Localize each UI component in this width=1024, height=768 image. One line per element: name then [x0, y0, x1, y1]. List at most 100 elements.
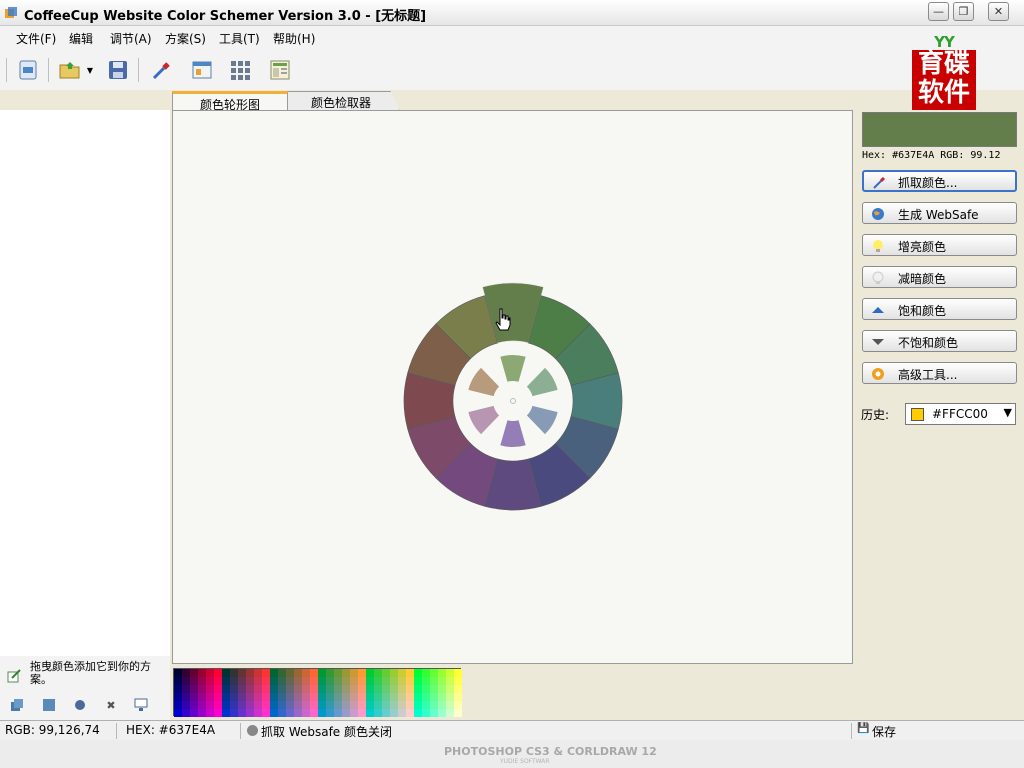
palette-swatch[interactable] [214, 693, 222, 701]
palette-swatch[interactable] [302, 701, 310, 709]
palette-swatch[interactable] [238, 693, 246, 701]
close-button[interactable]: ✕ [988, 2, 1009, 21]
palette-swatch[interactable] [390, 709, 398, 717]
save-button[interactable] [104, 56, 132, 84]
palette-swatch[interactable] [310, 693, 318, 701]
palette-swatch[interactable] [190, 701, 198, 709]
menu-adjust[interactable]: 调节(A) [110, 30, 152, 47]
palette-swatch[interactable] [262, 709, 270, 717]
palette-swatch[interactable] [198, 677, 206, 685]
palette-swatch[interactable] [302, 677, 310, 685]
palette-swatch[interactable] [414, 669, 422, 677]
palette-swatch[interactable] [414, 701, 422, 709]
palette-swatch[interactable] [278, 685, 286, 693]
palette-swatch[interactable] [318, 701, 326, 709]
new-scheme-button[interactable] [14, 56, 42, 84]
status-save[interactable]: 保存 [872, 723, 896, 740]
palette-swatch[interactable] [254, 693, 262, 701]
palette-swatch[interactable] [214, 701, 222, 709]
palette-swatch[interactable] [286, 693, 294, 701]
palette-swatch[interactable] [182, 669, 190, 677]
palette-swatch[interactable] [214, 709, 222, 717]
palette-swatch[interactable] [222, 701, 230, 709]
palette-swatch[interactable] [454, 701, 462, 709]
palette-swatch[interactable] [222, 709, 230, 717]
palette-swatch[interactable] [230, 709, 238, 717]
palette-swatch[interactable] [198, 709, 206, 717]
palette-swatch[interactable] [190, 669, 198, 677]
palette-swatch[interactable] [262, 669, 270, 677]
web-page-button[interactable] [266, 56, 294, 84]
palette-swatch[interactable] [398, 693, 406, 701]
palette-swatch[interactable] [334, 669, 342, 677]
pick-color-button[interactable]: 抓取颜色... [862, 170, 1017, 192]
palette-swatch[interactable] [278, 709, 286, 717]
palette-swatch[interactable] [294, 709, 302, 717]
palette-swatch[interactable] [190, 693, 198, 701]
palette-swatch[interactable] [390, 669, 398, 677]
generate-websafe-button[interactable]: 生成 WebSafe [862, 202, 1017, 224]
palette-swatch[interactable] [326, 693, 334, 701]
palette-swatch[interactable] [390, 677, 398, 685]
palette-swatch[interactable] [238, 709, 246, 717]
palette-swatch[interactable] [254, 685, 262, 693]
open-button[interactable] [56, 56, 84, 84]
palette-swatch[interactable] [174, 693, 182, 701]
palette-swatch[interactable] [222, 685, 230, 693]
saturate-color-button[interactable]: 饱和颜色 [862, 298, 1017, 320]
palette-swatch[interactable] [198, 693, 206, 701]
palette-swatch[interactable] [230, 677, 238, 685]
palette-swatch[interactable] [278, 701, 286, 709]
palette-swatch[interactable] [206, 701, 214, 709]
palette-swatch[interactable] [302, 685, 310, 693]
darken-color-button[interactable]: 减暗颜色 [862, 266, 1017, 288]
palette-swatch[interactable] [358, 709, 366, 717]
palette-swatch[interactable] [350, 685, 358, 693]
palette-swatch[interactable] [286, 685, 294, 693]
palette-swatch[interactable] [334, 701, 342, 709]
palette-swatch[interactable] [374, 677, 382, 685]
add-color-button[interactable] [8, 696, 26, 714]
palette-swatch[interactable] [326, 669, 334, 677]
palette-swatch[interactable] [454, 685, 462, 693]
palette-swatch[interactable] [182, 701, 190, 709]
palette-swatch[interactable] [430, 693, 438, 701]
palette-swatch[interactable] [230, 685, 238, 693]
color-wheel[interactable] [401, 277, 625, 511]
palette-swatch[interactable] [246, 701, 254, 709]
palette-swatch[interactable] [342, 685, 350, 693]
palette-swatch[interactable] [190, 685, 198, 693]
browser-preview-button[interactable] [188, 56, 216, 84]
palette-swatch[interactable] [310, 677, 318, 685]
palette-swatch[interactable] [318, 685, 326, 693]
palette-swatch[interactable] [214, 685, 222, 693]
palette-swatch[interactable] [310, 685, 318, 693]
palette-swatch[interactable] [254, 669, 262, 677]
palette-swatch[interactable] [206, 677, 214, 685]
palette-swatch[interactable] [246, 709, 254, 717]
palette-swatch[interactable] [430, 701, 438, 709]
grid-view-button[interactable] [226, 56, 254, 84]
lighten-color-button[interactable]: 增亮颜色 [862, 234, 1017, 256]
palette-swatch[interactable] [350, 701, 358, 709]
palette-swatch[interactable] [406, 701, 414, 709]
palette-swatch[interactable] [350, 693, 358, 701]
palette-swatch[interactable] [238, 677, 246, 685]
palette-swatch[interactable] [190, 677, 198, 685]
palette-swatch[interactable] [326, 701, 334, 709]
palette-swatch[interactable] [382, 693, 390, 701]
palette-swatch[interactable] [398, 669, 406, 677]
palette-swatch[interactable] [246, 685, 254, 693]
circle-button[interactable] [71, 696, 89, 714]
palette-swatch[interactable] [406, 669, 414, 677]
palette-swatch[interactable] [318, 709, 326, 717]
eyedropper-button[interactable] [148, 56, 176, 84]
palette-swatch[interactable] [278, 677, 286, 685]
palette-swatch[interactable] [406, 709, 414, 717]
monitor-button[interactable] [132, 696, 150, 714]
palette-swatch[interactable] [326, 709, 334, 717]
palette-swatch[interactable] [374, 701, 382, 709]
palette-swatch[interactable] [286, 677, 294, 685]
palette-swatch[interactable] [206, 685, 214, 693]
palette-swatch[interactable] [222, 693, 230, 701]
